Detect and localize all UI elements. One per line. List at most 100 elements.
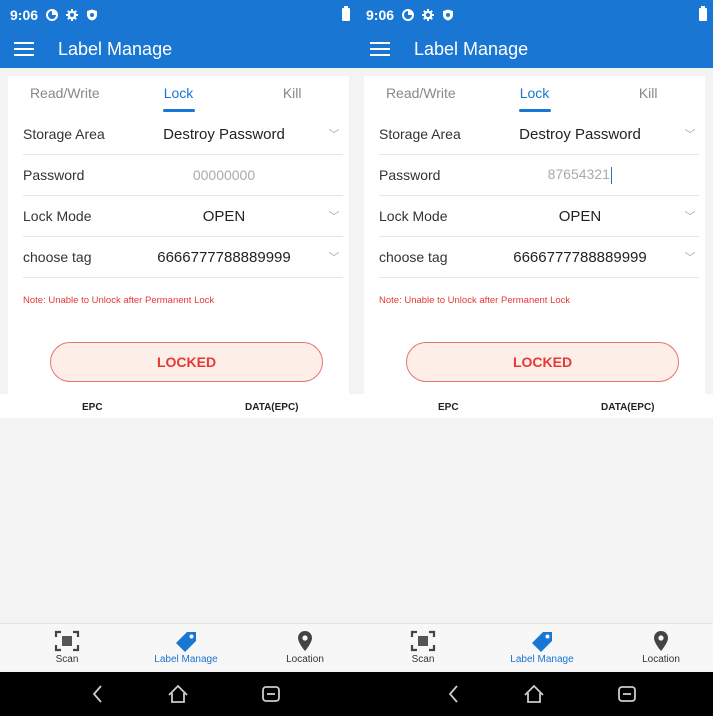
choose-tag-value[interactable]: 6666777788889999 (123, 249, 325, 266)
nav-location[interactable]: Location (260, 628, 350, 665)
password-row: Password 00000000 (23, 155, 343, 196)
shield-icon (86, 9, 98, 21)
chevron-down-icon[interactable]: ﹀ (325, 249, 343, 265)
scan-icon (410, 630, 436, 652)
nav-location[interactable]: Location (616, 628, 706, 665)
password-label: Password (379, 167, 441, 183)
chevron-down-icon[interactable]: ﹀ (681, 208, 699, 224)
warning-note: Note: Unable to Unlock after Permanent L… (23, 295, 215, 306)
nav-scan-label: Scan (55, 654, 79, 665)
storage-area-row[interactable]: Storage Area Destroy Password ﹀ (23, 114, 343, 155)
data-saver-icon (402, 9, 415, 21)
table-header: EPC DATA(EPC) (0, 394, 356, 418)
recents-icon[interactable] (615, 682, 639, 706)
bottom-nav: Scan Label Manage Location (356, 623, 713, 671)
column-epc: EPC (438, 402, 459, 413)
choose-tag-row[interactable]: choose tag 6666777788889999 ﹀ (379, 237, 699, 278)
column-data-epc: DATA(EPC) (245, 402, 299, 413)
page-title: Label Manage (58, 38, 173, 59)
dual-screen: 9:06 Label Manage Read/Write Lock Kill S… (0, 0, 713, 716)
shield-icon (442, 9, 454, 21)
password-field[interactable]: 87654321 (479, 166, 681, 184)
back-icon[interactable] (442, 682, 466, 706)
tab-kill[interactable]: Kill (591, 85, 705, 115)
lock-mode-row[interactable]: Lock Mode OPEN ﹀ (23, 196, 343, 237)
settings-gear-icon (66, 9, 79, 21)
battery-icon (699, 6, 707, 21)
storage-area-label: Storage Area (23, 126, 105, 142)
column-data-epc: DATA(EPC) (601, 402, 655, 413)
screen-right: 9:06 Label Manage Read/Write Lock Kill S… (356, 0, 713, 716)
storage-area-row[interactable]: Storage Area Destroy Password ﹀ (379, 114, 699, 155)
page-title: Label Manage (414, 38, 529, 59)
status-bar: 9:06 (0, 0, 356, 30)
nav-label-manage-label: Label Manage (154, 654, 218, 665)
chevron-down-icon[interactable]: ﹀ (325, 208, 343, 224)
home-icon[interactable] (522, 682, 546, 706)
app-bar: Label Manage (0, 30, 356, 68)
tab-read-write[interactable]: Read/Write (364, 85, 478, 115)
tag-icon (532, 632, 552, 652)
lock-mode-value[interactable]: OPEN (479, 208, 681, 225)
nav-scan-label: Scan (411, 654, 435, 665)
storage-area-value[interactable]: Destroy Password (479, 126, 681, 143)
screen-left: 9:06 Label Manage Read/Write Lock Kill S… (0, 0, 356, 716)
choose-tag-value[interactable]: 6666777788889999 (479, 249, 681, 266)
choose-tag-row[interactable]: choose tag 6666777788889999 ﹀ (23, 237, 343, 278)
tag-icon (176, 632, 196, 652)
nav-label-manage[interactable]: Label Manage (141, 628, 231, 665)
nav-scan[interactable]: Scan (22, 628, 112, 665)
storage-area-value[interactable]: Destroy Password (123, 126, 325, 143)
lock-card: Read/Write Lock Kill Storage Area Destro… (364, 76, 705, 394)
locked-button[interactable]: LOCKED (406, 342, 679, 382)
tab-read-write[interactable]: Read/Write (8, 85, 122, 115)
chevron-down-icon[interactable]: ﹀ (681, 126, 699, 142)
tab-lock[interactable]: Lock (478, 85, 592, 115)
menu-icon[interactable] (14, 42, 34, 56)
location-pin-icon (654, 631, 668, 651)
nav-label-manage-label: Label Manage (510, 654, 574, 665)
storage-area-label: Storage Area (379, 126, 461, 142)
chevron-down-icon[interactable]: ﹀ (681, 249, 699, 265)
battery-icon (342, 6, 350, 21)
password-label: Password (23, 167, 85, 183)
choose-tag-label: choose tag (23, 249, 92, 265)
status-bar: 9:06 (356, 0, 713, 30)
status-time: 9:06 (10, 7, 39, 23)
password-value: 87654321 (547, 166, 610, 183)
recents-icon[interactable] (259, 682, 283, 706)
nav-location-label: Location (642, 654, 680, 665)
column-epc: EPC (82, 402, 103, 413)
bottom-nav: Scan Label Manage Location (0, 623, 356, 671)
home-icon[interactable] (166, 682, 190, 706)
tab-kill[interactable]: Kill (235, 85, 349, 115)
locked-button[interactable]: LOCKED (50, 342, 323, 382)
text-cursor (610, 166, 613, 184)
status-time: 9:06 (366, 7, 395, 23)
location-pin-icon (298, 631, 312, 651)
back-icon[interactable] (86, 682, 110, 706)
tab-bar: Read/Write Lock Kill (8, 76, 349, 116)
system-navigation-bar (356, 672, 713, 716)
password-row: Password 87654321 (379, 155, 699, 196)
chevron-down-icon[interactable]: ﹀ (325, 126, 343, 142)
lock-mode-label: Lock Mode (23, 208, 92, 224)
tab-bar: Read/Write Lock Kill (364, 76, 705, 116)
choose-tag-label: choose tag (379, 249, 448, 265)
app-bar: Label Manage (356, 30, 713, 68)
scan-icon (54, 630, 80, 652)
nav-label-manage[interactable]: Label Manage (497, 628, 587, 665)
data-saver-icon (46, 9, 59, 21)
menu-icon[interactable] (370, 42, 390, 56)
settings-gear-icon (422, 9, 435, 21)
warning-note: Note: Unable to Unlock after Permanent L… (379, 295, 571, 306)
nav-location-label: Location (286, 654, 324, 665)
tab-lock[interactable]: Lock (122, 85, 236, 115)
password-field[interactable]: 00000000 (123, 167, 325, 183)
nav-scan[interactable]: Scan (378, 628, 468, 665)
table-header: EPC DATA(EPC) (356, 394, 713, 418)
lock-mode-row[interactable]: Lock Mode OPEN ﹀ (379, 196, 699, 237)
lock-mode-value[interactable]: OPEN (123, 208, 325, 225)
lock-card: Read/Write Lock Kill Storage Area Destro… (8, 76, 349, 394)
system-navigation-bar (0, 672, 356, 716)
